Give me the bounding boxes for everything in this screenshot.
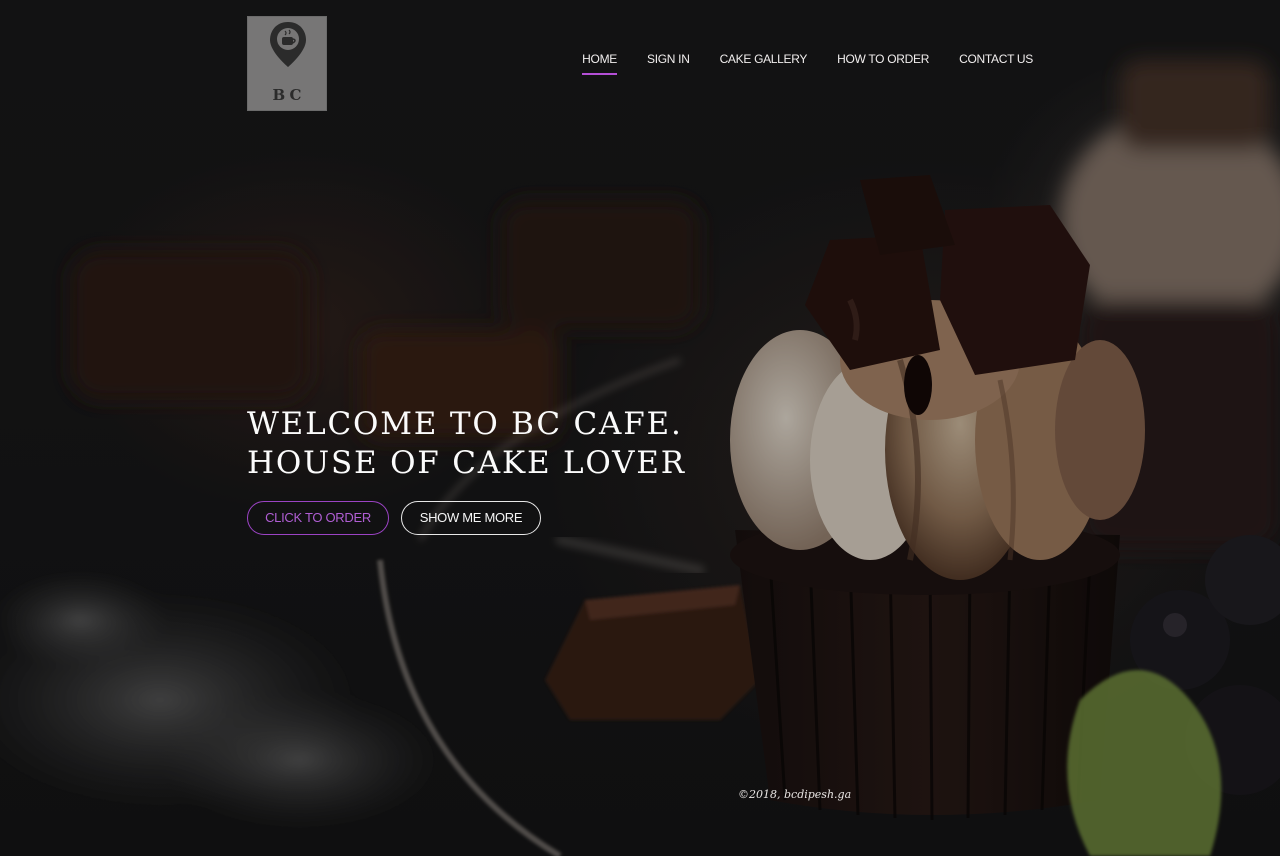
nav-item-cake-gallery[interactable]: CAKE GALLERY	[720, 52, 808, 72]
hero-headline: WELCOME TO BC CAFE. HOUSE OF CAKE LOVER	[247, 405, 686, 483]
logo-text: BC	[272, 86, 306, 104]
nav-item-sign-in[interactable]: SIGN IN	[647, 52, 690, 72]
click-to-order-button[interactable]: CLICK TO ORDER	[247, 501, 389, 535]
main-navigation: HOME SIGN IN CAKE GALLERY HOW TO ORDER C…	[552, 52, 1033, 75]
copyright-footer: ©2018, bcdipesh.ga	[738, 788, 852, 801]
hero-section: BC HOME SIGN IN CAKE GALLERY HOW TO ORDE…	[0, 0, 1280, 856]
headline-line-2: HOUSE OF CAKE LOVER	[247, 445, 686, 481]
show-me-more-button[interactable]: SHOW ME MORE	[401, 501, 541, 535]
headline-line-1: WELCOME TO BC CAFE.	[247, 406, 683, 442]
site-logo[interactable]: BC	[247, 16, 327, 111]
nav-item-contact-us[interactable]: CONTACT US	[959, 52, 1033, 72]
nav-item-how-to-order[interactable]: HOW TO ORDER	[837, 52, 929, 72]
nav-item-home[interactable]: HOME	[582, 52, 617, 75]
